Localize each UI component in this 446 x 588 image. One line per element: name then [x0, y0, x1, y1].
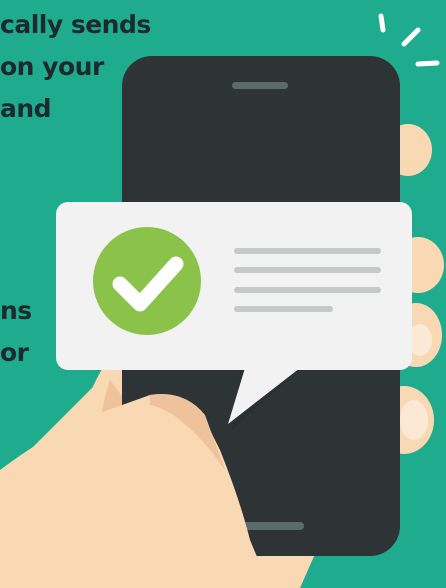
check-circle-icon [93, 227, 201, 335]
caption-line-1: cally sends [0, 10, 151, 39]
caption-line-3: and [0, 94, 52, 123]
notification-illustration [0, 13, 444, 588]
caption-line-2: on your [0, 52, 104, 81]
sparkle-icon [378, 13, 440, 67]
caption-line-5: or [0, 338, 29, 367]
speaker-slot [232, 82, 288, 89]
caption-line-4: ns [0, 296, 32, 325]
